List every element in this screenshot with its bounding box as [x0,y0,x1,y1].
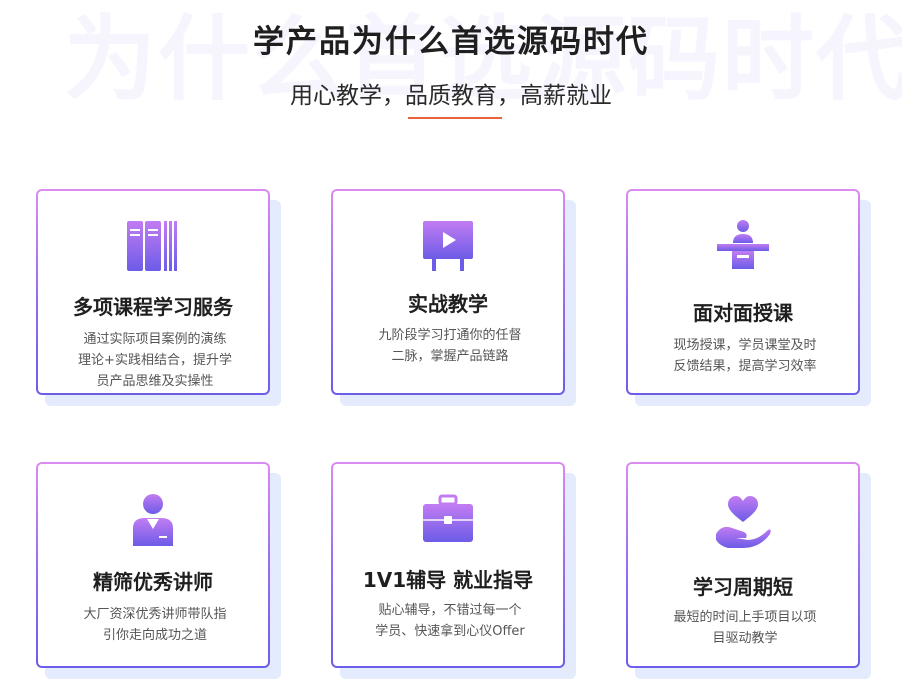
card-body: 实战教学 九阶段学习打通你的任督二脉，掌握产品链路 [331,189,565,395]
card-title: 多项课程学习服务 [73,295,233,319]
card-description: 贴心辅导，不错过每一个学员、快速拿到心仪Offer [375,603,525,639]
books-icon [127,221,177,271]
page-subtitle: 用心教学，品质教育，高薪就业 [290,83,612,109]
card-body: 精筛优秀讲师 大厂资深优秀讲师带队指引你走向成功之道 [36,462,270,668]
feature-card-instructors: 精筛优秀讲师 大厂资深优秀讲师带队指引你走向成功之道 [36,462,281,679]
card-title: 学习周期短 [693,575,793,599]
heart-hand-icon [716,496,771,548]
feature-card-practical-teaching: 实战教学 九阶段学习打通你的任督二脉，掌握产品链路 [331,189,576,406]
card-description: 九阶段学习打通你的任督二脉，掌握产品链路 [378,328,522,364]
feature-card-course-services: 多项课程学习服务 通过实际项目案例的演练理论+实践相结合，提升学员产品思维及实操… [36,189,281,406]
briefcase-icon [423,494,473,542]
instructor-person-icon [133,494,173,546]
feature-card-1v1-guidance: 1V1辅导 就业指导 贴心辅导，不错过每一个学员、快速拿到心仪Offer [331,462,576,679]
card-body: 多项课程学习服务 通过实际项目案例的演练理论+实践相结合，提升学员产品思维及实操… [36,189,270,395]
feature-card-face-to-face: 面对面授课 现场授课，学员课堂及时反馈结果，提高学习效率 [626,189,871,406]
card-description: 最短的时间上手项目以项目驱动教学 [673,610,817,646]
card-body: 学习周期短 最短的时间上手项目以项目驱动教学 [626,462,860,668]
lecturer-podium-icon [717,220,769,269]
subtitle-underline [408,117,502,119]
card-body: 面对面授课 现场授课，学员课堂及时反馈结果，提高学习效率 [626,189,860,395]
card-description: 大厂资深优秀讲师带队指引你走向成功之道 [83,607,227,643]
card-title: 1V1辅导 就业指导 [362,568,534,592]
card-title: 面对面授课 [693,301,793,325]
presentation-board-icon [423,221,473,271]
card-description: 通过实际项目案例的演练理论+实践相结合，提升学员产品思维及实操性 [78,332,232,389]
page-title: 学产品为什么首选源码时代 [253,24,649,60]
feature-card-short-cycle: 学习周期短 最短的时间上手项目以项目驱动教学 [626,462,871,679]
card-body: 1V1辅导 就业指导 贴心辅导，不错过每一个学员、快速拿到心仪Offer [331,462,565,668]
card-title: 精筛优秀讲师 [93,570,213,594]
card-description: 现场授课，学员课堂及时反馈结果，提高学习效率 [673,338,817,374]
card-title: 实战教学 [408,292,488,316]
